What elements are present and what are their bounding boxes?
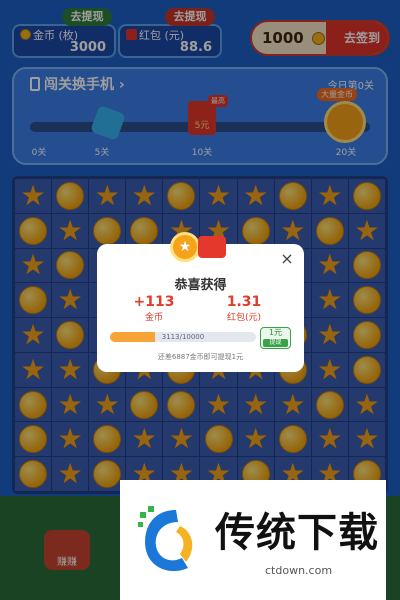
reward-gold-label: 金币 <box>144 313 163 323</box>
watermark-title: 传统下载 <box>215 510 379 556</box>
red-envelope-icon <box>198 236 226 258</box>
withdraw-button[interactable]: 1元 提现 <box>260 327 291 349</box>
close-icon[interactable]: × <box>280 251 294 267</box>
watermark-logo-icon <box>138 506 193 572</box>
withdraw-progress-text: 3113/10000 <box>161 333 205 341</box>
reward-red-value: 1.31 <box>226 294 262 310</box>
withdraw-hint: 还差6887金币即可提现1元 <box>157 353 244 361</box>
reward-gold-value: +113 <box>133 294 175 310</box>
reward-red-label: 红包(元) <box>226 313 262 323</box>
reward-red: 1.31 红包(元) <box>209 294 279 323</box>
dialog-title: 恭喜获得 <box>174 278 227 293</box>
reward-dialog: ★ × 恭喜获得 +113 金币 1.31 红包(元) 3113/10000 1… <box>97 232 304 372</box>
watermark-banner: 传统下载 ctdown.com <box>120 480 386 600</box>
withdraw-label: 提现 <box>263 339 288 347</box>
withdraw-amount: 1元 <box>268 328 283 337</box>
withdraw-progress-bar: 3113/10000 <box>110 332 256 342</box>
watermark-url: ctdown.com <box>265 564 333 577</box>
reward-gold: +113 金币 <box>119 294 189 323</box>
star-coin-icon: ★ <box>170 232 200 262</box>
reward-icons: ★ <box>170 232 230 262</box>
